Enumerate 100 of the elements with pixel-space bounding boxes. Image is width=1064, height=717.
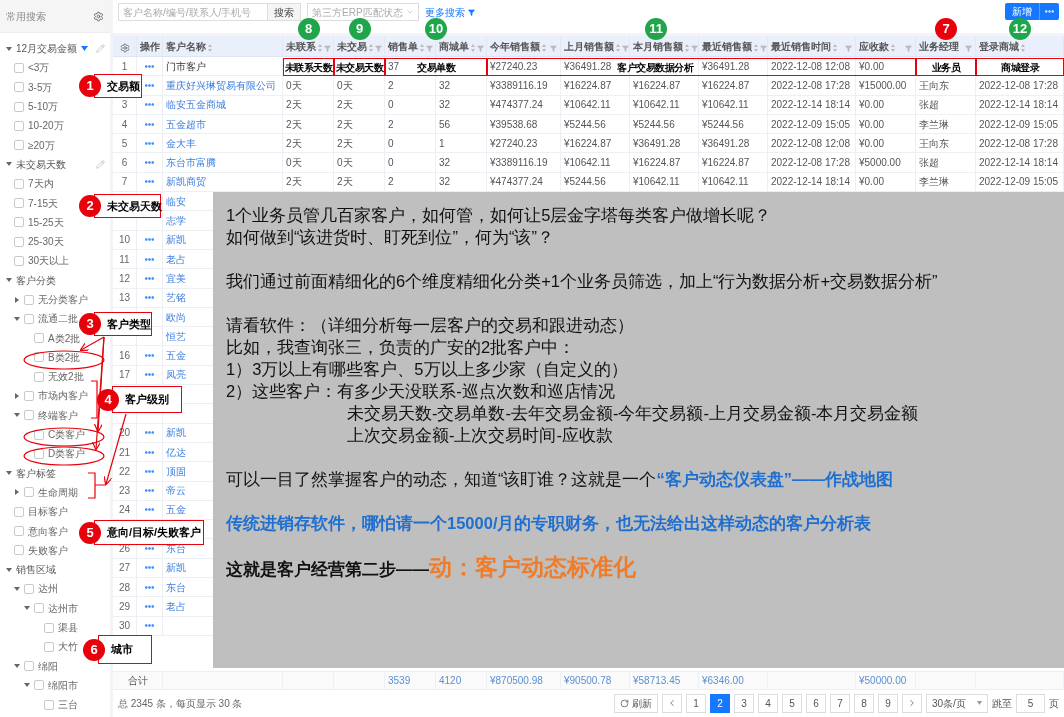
customer-link[interactable]: 新凯商贸	[166, 174, 206, 190]
expand-caret-icon[interactable]	[6, 470, 12, 477]
filter-option[interactable]: C类客户	[48, 427, 86, 443]
sort-icon[interactable]	[471, 44, 475, 52]
filter-option[interactable]: 流通二批	[38, 311, 78, 327]
customer-link[interactable]: 新凯	[166, 560, 186, 576]
checkbox[interactable]	[14, 217, 24, 228]
sort-icon[interactable]	[369, 44, 373, 52]
search-field[interactable]: 客户名称/编号/联系人/手机号	[118, 3, 268, 21]
filter-option[interactable]: 10-20万	[28, 118, 64, 134]
sort-icon[interactable]	[318, 44, 322, 52]
customer-link[interactable]: 恒艺	[166, 328, 186, 344]
sort-icon[interactable]	[616, 44, 620, 52]
sort-icon[interactable]	[420, 44, 424, 52]
more-search-link[interactable]: 更多搜索	[425, 3, 475, 21]
more-actions-button[interactable]	[1039, 3, 1059, 20]
filter-option[interactable]: 生命周期	[38, 484, 78, 500]
collapse-caret-icon[interactable]	[14, 489, 20, 496]
search-button[interactable]: 搜索	[268, 3, 301, 21]
refresh-button[interactable]: 刷新	[614, 693, 658, 713]
expand-caret-icon[interactable]	[24, 605, 30, 612]
filter-option[interactable]: 意向客户	[28, 523, 68, 539]
filter-icon[interactable]	[622, 45, 629, 52]
customer-link[interactable]: 老占	[166, 251, 186, 267]
filter-option[interactable]: 15-25天	[28, 214, 64, 230]
checkbox[interactable]	[14, 506, 24, 517]
expand-caret-icon[interactable]	[14, 663, 20, 670]
sort-icon[interactable]	[891, 44, 895, 52]
collapse-caret-icon[interactable]	[14, 393, 20, 399]
page-button[interactable]: 3	[734, 693, 754, 713]
customer-link[interactable]: 新凯	[166, 232, 186, 248]
page-size-select[interactable]: 30条/页	[926, 693, 988, 713]
sort-icon[interactable]	[1021, 44, 1025, 52]
customer-link[interactable]: 志学	[166, 213, 186, 228]
checkbox[interactable]	[14, 101, 24, 112]
filter-icon[interactable]	[845, 45, 852, 52]
settings-icon[interactable]	[119, 43, 130, 53]
filter-option[interactable]: <3万	[28, 60, 50, 76]
checkbox[interactable]	[24, 583, 34, 594]
filter-option[interactable]: 渠县	[58, 620, 78, 636]
filter-icon[interactable]	[324, 45, 331, 52]
page-button[interactable]: 4	[758, 693, 778, 713]
checkbox[interactable]	[24, 487, 34, 498]
filter-option[interactable]: 大竹	[58, 639, 78, 655]
filter-option[interactable]: ≥20万	[28, 137, 55, 153]
expand-caret-icon[interactable]	[6, 277, 12, 284]
page-button[interactable]: 7	[830, 693, 850, 713]
filter-option[interactable]: 30天以上	[28, 253, 70, 269]
filter-icon[interactable]	[965, 45, 972, 52]
edit-icon[interactable]	[96, 44, 105, 54]
page-button[interactable]: 6	[806, 693, 826, 713]
sort-icon[interactable]	[685, 44, 689, 52]
filter-icon[interactable]	[477, 45, 484, 52]
filter-group-label[interactable]: 客户标签	[16, 465, 56, 481]
filter-group-label[interactable]: 销售区域	[16, 562, 56, 578]
expand-caret-icon[interactable]	[6, 45, 12, 52]
filter-option[interactable]: 25-30天	[28, 234, 64, 250]
filter-option[interactable]: 无效2批	[48, 369, 84, 385]
edit-icon[interactable]	[96, 159, 105, 169]
filter-icon[interactable]	[760, 45, 767, 52]
expand-caret-icon[interactable]	[24, 682, 30, 689]
checkbox[interactable]	[14, 178, 24, 189]
checkbox[interactable]	[24, 391, 34, 401]
customer-link[interactable]: 五金超市	[166, 116, 206, 132]
customer-link[interactable]: 临安五金商城	[166, 97, 226, 113]
expand-caret-icon[interactable]	[6, 566, 12, 573]
checkbox[interactable]	[34, 352, 44, 363]
page-button[interactable]: 9	[878, 693, 898, 713]
checkbox[interactable]	[14, 82, 24, 93]
filter-option[interactable]: 三台	[58, 697, 78, 713]
checkbox[interactable]	[44, 641, 54, 652]
expand-caret-icon[interactable]	[14, 412, 20, 419]
filter-option[interactable]: 7天内	[28, 176, 54, 192]
customer-link[interactable]: 东台市富腾	[166, 155, 216, 171]
checkbox[interactable]	[24, 313, 34, 324]
checkbox[interactable]	[34, 371, 44, 382]
checkbox[interactable]	[14, 236, 24, 247]
checkbox[interactable]	[34, 333, 44, 344]
customer-link[interactable]: 欧尚	[166, 309, 186, 325]
checkbox[interactable]	[14, 545, 24, 556]
filter-option[interactable]: 7-15天	[28, 195, 58, 211]
checkbox[interactable]	[34, 680, 44, 691]
next-page-button[interactable]	[902, 693, 922, 713]
sort-icon[interactable]	[208, 44, 212, 52]
page-button[interactable]: 5	[782, 693, 802, 713]
customer-link[interactable]: 亿达	[166, 444, 186, 460]
page-button[interactable]: 2	[710, 693, 730, 713]
filter-group-label[interactable]: 未交易天数	[16, 156, 66, 172]
collapse-caret-icon[interactable]	[14, 296, 20, 303]
filter-group-label[interactable]: 客户分类	[16, 272, 56, 288]
page-jump-field[interactable]: 5	[1016, 693, 1045, 713]
checkbox[interactable]	[34, 448, 44, 459]
dropdown-caret-icon[interactable]	[81, 46, 89, 52]
checkbox[interactable]	[14, 198, 24, 208]
filter-option[interactable]: 市场内客户	[38, 388, 88, 404]
filter-option[interactable]: 终端客户	[38, 407, 78, 423]
checkbox[interactable]	[24, 410, 34, 421]
checkbox[interactable]	[24, 294, 34, 305]
sort-icon[interactable]	[754, 44, 758, 52]
sort-icon[interactable]	[833, 44, 837, 52]
